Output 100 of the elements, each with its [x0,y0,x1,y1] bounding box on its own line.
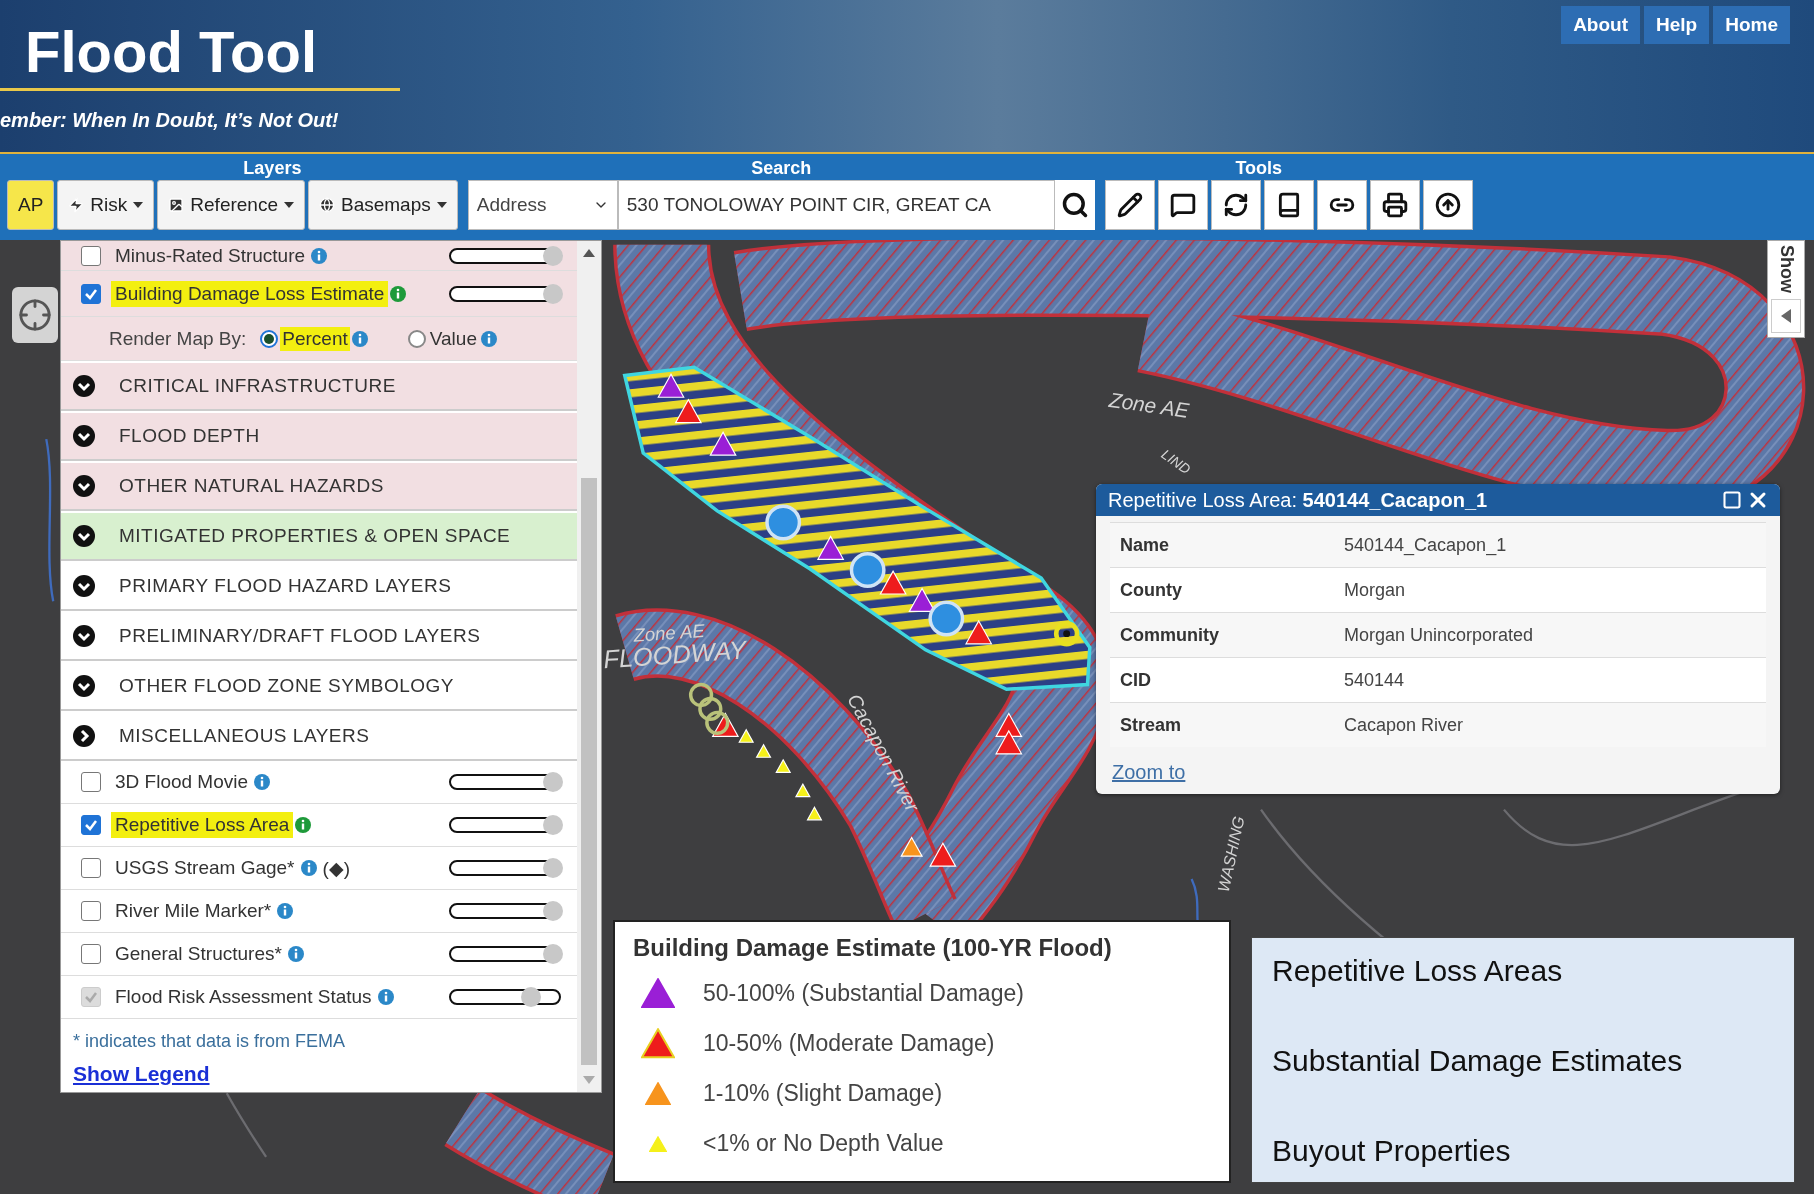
opacity-slider[interactable] [449,285,561,302]
triangle-marker[interactable] [657,373,685,398]
collapse-button[interactable] [1771,299,1801,333]
info-icon[interactable] [287,946,304,962]
opacity-slider[interactable] [449,860,561,876]
refresh-button[interactable] [1210,180,1261,230]
layer-menu-button[interactable]: Reference [157,180,305,230]
layer-checkbox[interactable] [81,245,101,266]
section-header[interactable]: FLOOD DEPTH [61,413,577,461]
section-header[interactable]: MITIGATED PROPERTIES & OPEN SPACE [61,513,577,561]
opacity-slider[interactable] [449,946,561,962]
search-field[interactable]: 530 TONOLOWAY POINT CIR, GREAT CA [617,180,1055,230]
search-button[interactable] [1054,180,1095,230]
ring-marker[interactable] [688,682,714,708]
triangle-marker[interactable] [711,712,740,738]
attribute-value: Morgan [1344,579,1407,601]
triangle-marker[interactable] [929,842,957,867]
triangle-marker[interactable] [879,569,907,595]
triangle-marker[interactable] [816,535,845,560]
opacity-slider[interactable] [449,817,561,833]
comment-icon [1169,192,1196,218]
opacity-slider[interactable] [449,774,561,790]
app-title: Flood Tool [24,18,319,86]
search-type-select[interactable]: Address [467,180,618,230]
info-icon[interactable] [351,330,368,347]
radio-label: Percent [280,326,350,351]
layer-menu-button[interactable]: Basemaps [308,180,458,230]
info-icon[interactable] [480,330,497,347]
section-header[interactable]: CRITICAL INFRASTRUCTURE [61,363,577,411]
triangle-marker[interactable] [738,728,755,743]
comment-button[interactable] [1157,180,1208,230]
slider-thumb[interactable] [543,815,563,835]
pin-marker[interactable] [765,504,802,541]
triangle-marker[interactable] [775,758,792,773]
scroll-thumb[interactable] [581,478,597,1065]
layer-label: USGS Stream Gage* [114,856,296,880]
caret-icon [436,202,447,208]
opacity-slider[interactable] [449,903,561,919]
book-button[interactable] [1263,180,1314,230]
slider-thumb[interactable] [543,944,563,964]
attribute-label: Stream [1120,714,1183,736]
triangle-marker[interactable] [674,398,703,424]
triangle-marker[interactable] [965,619,993,645]
caret-icon [133,202,144,208]
triangle-marker[interactable] [900,836,924,857]
info-icon[interactable] [295,817,312,833]
opacity-slider[interactable] [449,247,561,264]
triangle-marker[interactable] [995,712,1023,738]
gage-symbol-label: (◆) [322,856,351,880]
layer-checkbox[interactable] [81,815,101,835]
triangle-marker[interactable] [995,729,1023,755]
layer-checkbox[interactable] [81,283,101,304]
annotation-text: Buyout Properties [1272,1133,1512,1169]
radio-button[interactable] [407,329,426,348]
show-legend-link[interactable]: Show Legend [61,1052,222,1086]
slider-thumb[interactable] [543,901,563,921]
nav-link[interactable]: Home [1713,6,1790,44]
zoom-to-link[interactable]: Zoom to [1112,761,1186,784]
info-icon[interactable] [277,903,294,919]
ring-marker[interactable] [698,696,723,722]
info-icon[interactable] [390,285,407,302]
scroll-up-icon[interactable] [583,249,595,257]
layer-label: River Mile Marker* [114,899,273,923]
info-icon[interactable] [254,774,271,790]
nav-link[interactable]: About [1561,6,1640,44]
section-header[interactable]: OTHER NATURAL HAZARDS [61,463,577,511]
map-area[interactable] [0,240,1814,1194]
maximize-button[interactable] [1720,490,1744,510]
print-button[interactable] [1369,180,1420,230]
slider-thumb[interactable] [543,245,563,266]
side-tab[interactable]: Show [1767,240,1805,338]
pencil-button[interactable] [1104,180,1155,230]
triangle-marker[interactable] [806,806,823,821]
triangle-marker[interactable] [709,431,737,456]
triangle-marker[interactable] [794,782,811,798]
layer-menu-button[interactable]: Risk [57,180,155,230]
slider-thumb[interactable] [543,772,563,792]
slider-thumb[interactable] [543,283,563,304]
group-label: Tools [1234,157,1284,180]
info-icon[interactable] [300,860,317,876]
triangle-marker[interactable] [908,587,936,612]
layer-checkbox[interactable] [81,772,101,792]
radio-button[interactable] [260,329,279,348]
upload-button[interactable] [1422,180,1473,230]
pin-marker[interactable] [928,600,965,637]
radio-label: Value [428,326,478,351]
target-marker[interactable] [1053,620,1080,647]
locate-button[interactable] [12,287,58,343]
scrollbar[interactable] [577,241,601,1092]
layer-checkbox[interactable] [81,944,101,964]
ring-marker[interactable] [705,710,730,735]
slider-thumb[interactable] [543,858,563,878]
layer-menu-button[interactable]: AP [7,180,55,230]
info-icon[interactable] [311,247,328,264]
triangle-marker[interactable] [755,743,772,758]
nav-link[interactable]: Help [1644,6,1710,44]
layer-checkbox[interactable] [81,901,101,921]
link-button[interactable] [1316,180,1367,230]
annotation-text: Substantial Damage Estimates [1272,1043,1684,1079]
layer-checkbox[interactable] [81,858,101,878]
